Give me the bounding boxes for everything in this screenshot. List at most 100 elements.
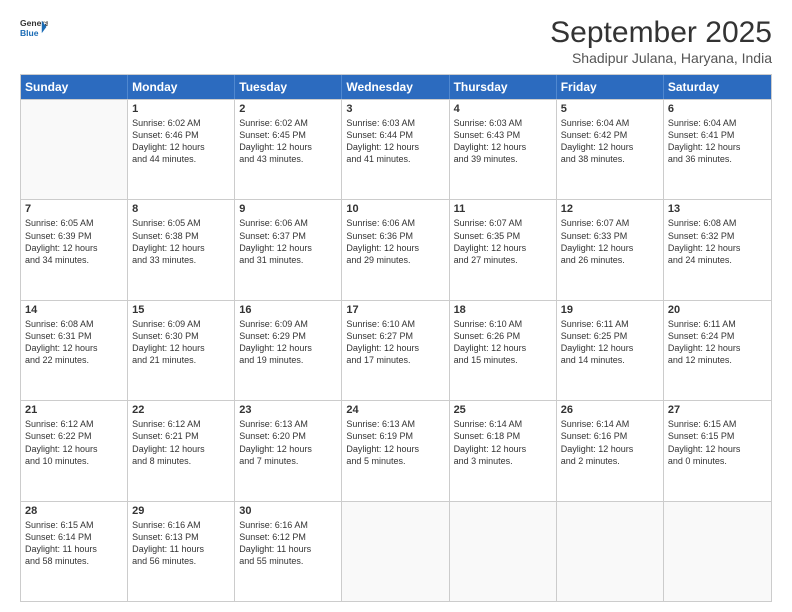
header-cell-sunday: Sunday bbox=[21, 75, 128, 99]
day-info: Sunrise: 6:06 AM Sunset: 6:36 PM Dayligh… bbox=[346, 217, 444, 266]
day-info: Sunrise: 6:10 AM Sunset: 6:27 PM Dayligh… bbox=[346, 318, 444, 367]
calendar-cell bbox=[664, 502, 771, 601]
calendar-cell: 5 Sunrise: 6:04 AM Sunset: 6:42 PM Daylig… bbox=[557, 100, 664, 199]
calendar-cell: 7 Sunrise: 6:05 AM Sunset: 6:39 PM Daylig… bbox=[21, 200, 128, 299]
day-info: Sunrise: 6:03 AM Sunset: 6:43 PM Dayligh… bbox=[454, 117, 552, 166]
calendar-cell: 4 Sunrise: 6:03 AM Sunset: 6:43 PM Daylig… bbox=[450, 100, 557, 199]
calendar-cell: 22 Sunrise: 6:12 AM Sunset: 6:21 PM Dayli… bbox=[128, 401, 235, 500]
day-number: 18 bbox=[454, 304, 552, 316]
calendar-cell: 8 Sunrise: 6:05 AM Sunset: 6:38 PM Daylig… bbox=[128, 200, 235, 299]
calendar-cell: 17 Sunrise: 6:10 AM Sunset: 6:27 PM Dayli… bbox=[342, 301, 449, 400]
calendar-cell: 1Sunrise: 6:02 AM Sunset: 6:46 PM Daylig… bbox=[128, 100, 235, 199]
day-info: Sunrise: 6:05 AM Sunset: 6:39 PM Dayligh… bbox=[25, 217, 123, 266]
title-block: September 2025 Shadipur Julana, Haryana,… bbox=[550, 16, 772, 66]
day-info: Sunrise: 6:05 AM Sunset: 6:38 PM Dayligh… bbox=[132, 217, 230, 266]
calendar-cell: 2Sunrise: 6:02 AM Sunset: 6:45 PM Daylig… bbox=[235, 100, 342, 199]
day-info: Sunrise: 6:08 AM Sunset: 6:32 PM Dayligh… bbox=[668, 217, 767, 266]
day-info: Sunrise: 6:12 AM Sunset: 6:21 PM Dayligh… bbox=[132, 418, 230, 467]
day-info: Sunrise: 6:14 AM Sunset: 6:16 PM Dayligh… bbox=[561, 418, 659, 467]
calendar-cell: 10 Sunrise: 6:06 AM Sunset: 6:36 PM Dayli… bbox=[342, 200, 449, 299]
day-number: 20 bbox=[668, 304, 767, 316]
calendar-week-1: 1Sunrise: 6:02 AM Sunset: 6:46 PM Daylig… bbox=[21, 99, 771, 199]
day-number: 22 bbox=[132, 404, 230, 416]
header-cell-monday: Monday bbox=[128, 75, 235, 99]
day-info: Sunrise: 6:06 AM Sunset: 6:37 PM Dayligh… bbox=[239, 217, 337, 266]
day-info: Sunrise: 6:09 AM Sunset: 6:29 PM Dayligh… bbox=[239, 318, 337, 367]
day-info: Sunrise: 6:11 AM Sunset: 6:25 PM Dayligh… bbox=[561, 318, 659, 367]
day-number: 19 bbox=[561, 304, 659, 316]
svg-text:Blue: Blue bbox=[20, 28, 39, 38]
day-info: Sunrise: 6:04 AM Sunset: 6:41 PM Dayligh… bbox=[668, 117, 767, 166]
calendar-cell bbox=[21, 100, 128, 199]
calendar-cell: 13 Sunrise: 6:08 AM Sunset: 6:32 PM Dayli… bbox=[664, 200, 771, 299]
day-number: 1 bbox=[132, 103, 230, 115]
calendar-cell: 3Sunrise: 6:03 AM Sunset: 6:44 PM Daylig… bbox=[342, 100, 449, 199]
day-number: 10 bbox=[346, 203, 444, 215]
day-number: 15 bbox=[132, 304, 230, 316]
calendar-week-4: 21 Sunrise: 6:12 AM Sunset: 6:22 PM Dayli… bbox=[21, 400, 771, 500]
day-info: Sunrise: 6:13 AM Sunset: 6:19 PM Dayligh… bbox=[346, 418, 444, 467]
day-info: Sunrise: 6:15 AM Sunset: 6:14 PM Dayligh… bbox=[25, 519, 123, 568]
day-info: Sunrise: 6:12 AM Sunset: 6:22 PM Dayligh… bbox=[25, 418, 123, 467]
calendar-cell: 18 Sunrise: 6:10 AM Sunset: 6:26 PM Dayli… bbox=[450, 301, 557, 400]
day-info: Sunrise: 6:07 AM Sunset: 6:33 PM Dayligh… bbox=[561, 217, 659, 266]
header-cell-saturday: Saturday bbox=[664, 75, 771, 99]
day-number: 14 bbox=[25, 304, 123, 316]
day-number: 17 bbox=[346, 304, 444, 316]
day-info: Sunrise: 6:04 AM Sunset: 6:42 PM Dayligh… bbox=[561, 117, 659, 166]
calendar-cell: 26 Sunrise: 6:14 AM Sunset: 6:16 PM Dayli… bbox=[557, 401, 664, 500]
day-info: Sunrise: 6:07 AM Sunset: 6:35 PM Dayligh… bbox=[454, 217, 552, 266]
day-number: 24 bbox=[346, 404, 444, 416]
day-number: 25 bbox=[454, 404, 552, 416]
day-number: 4 bbox=[454, 103, 552, 115]
calendar-cell: 24 Sunrise: 6:13 AM Sunset: 6:19 PM Dayli… bbox=[342, 401, 449, 500]
day-number: 2 bbox=[239, 103, 337, 115]
calendar-cell: 20Sunrise: 6:11 AM Sunset: 6:24 PM Dayli… bbox=[664, 301, 771, 400]
day-info: Sunrise: 6:16 AM Sunset: 6:12 PM Dayligh… bbox=[239, 519, 337, 568]
calendar-cell bbox=[450, 502, 557, 601]
day-number: 9 bbox=[239, 203, 337, 215]
day-info: Sunrise: 6:10 AM Sunset: 6:26 PM Dayligh… bbox=[454, 318, 552, 367]
location-subtitle: Shadipur Julana, Haryana, India bbox=[550, 50, 772, 66]
calendar-week-2: 7 Sunrise: 6:05 AM Sunset: 6:39 PM Daylig… bbox=[21, 199, 771, 299]
day-number: 30 bbox=[239, 505, 337, 517]
day-info: Sunrise: 6:13 AM Sunset: 6:20 PM Dayligh… bbox=[239, 418, 337, 467]
day-number: 26 bbox=[561, 404, 659, 416]
day-number: 12 bbox=[561, 203, 659, 215]
calendar-week-5: 28Sunrise: 6:15 AM Sunset: 6:14 PM Dayli… bbox=[21, 501, 771, 601]
day-number: 7 bbox=[25, 203, 123, 215]
calendar-cell: 29 Sunrise: 6:16 AM Sunset: 6:13 PM Dayli… bbox=[128, 502, 235, 601]
calendar-cell: 16 Sunrise: 6:09 AM Sunset: 6:29 PM Dayli… bbox=[235, 301, 342, 400]
header-cell-wednesday: Wednesday bbox=[342, 75, 449, 99]
day-number: 23 bbox=[239, 404, 337, 416]
calendar-week-3: 14 Sunrise: 6:08 AM Sunset: 6:31 PM Dayli… bbox=[21, 300, 771, 400]
calendar-cell bbox=[342, 502, 449, 601]
day-info: Sunrise: 6:15 AM Sunset: 6:15 PM Dayligh… bbox=[668, 418, 767, 467]
header-cell-tuesday: Tuesday bbox=[235, 75, 342, 99]
day-number: 29 bbox=[132, 505, 230, 517]
logo: General Blue bbox=[20, 16, 48, 44]
calendar: SundayMondayTuesdayWednesdayThursdayFrid… bbox=[20, 74, 772, 602]
day-number: 11 bbox=[454, 203, 552, 215]
day-number: 21 bbox=[25, 404, 123, 416]
day-number: 5 bbox=[561, 103, 659, 115]
calendar-cell: 21 Sunrise: 6:12 AM Sunset: 6:22 PM Dayli… bbox=[21, 401, 128, 500]
day-info: Sunrise: 6:16 AM Sunset: 6:13 PM Dayligh… bbox=[132, 519, 230, 568]
calendar-cell: 12 Sunrise: 6:07 AM Sunset: 6:33 PM Dayli… bbox=[557, 200, 664, 299]
calendar-cell: 30 Sunrise: 6:16 AM Sunset: 6:12 PM Dayli… bbox=[235, 502, 342, 601]
day-info: Sunrise: 6:09 AM Sunset: 6:30 PM Dayligh… bbox=[132, 318, 230, 367]
header: General Blue September 2025 Shadipur Jul… bbox=[20, 16, 772, 66]
logo-icon: General Blue bbox=[20, 16, 48, 44]
day-number: 16 bbox=[239, 304, 337, 316]
day-number: 27 bbox=[668, 404, 767, 416]
day-number: 8 bbox=[132, 203, 230, 215]
header-cell-friday: Friday bbox=[557, 75, 664, 99]
calendar-cell: 28Sunrise: 6:15 AM Sunset: 6:14 PM Dayli… bbox=[21, 502, 128, 601]
month-title: September 2025 bbox=[550, 16, 772, 50]
calendar-cell: 15 Sunrise: 6:09 AM Sunset: 6:30 PM Dayli… bbox=[128, 301, 235, 400]
calendar-body: 1Sunrise: 6:02 AM Sunset: 6:46 PM Daylig… bbox=[21, 99, 771, 601]
page: General Blue September 2025 Shadipur Jul… bbox=[0, 0, 792, 612]
day-number: 13 bbox=[668, 203, 767, 215]
day-info: Sunrise: 6:08 AM Sunset: 6:31 PM Dayligh… bbox=[25, 318, 123, 367]
calendar-cell: 27 Sunrise: 6:15 AM Sunset: 6:15 PM Dayli… bbox=[664, 401, 771, 500]
